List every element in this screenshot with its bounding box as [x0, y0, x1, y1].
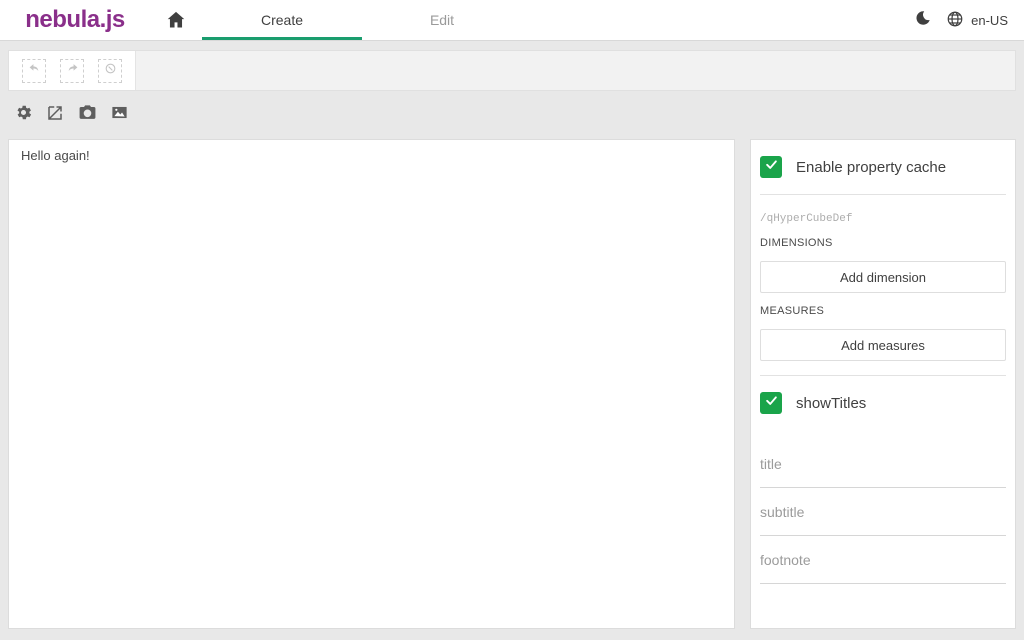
enable-property-cache-label: Enable property cache — [796, 159, 946, 176]
properties-button[interactable] — [12, 104, 34, 126]
enable-property-cache-checkbox[interactable] — [760, 156, 782, 178]
footnote-field[interactable] — [760, 536, 1006, 584]
header-actions: en-US — [914, 0, 1024, 40]
check-icon — [764, 157, 779, 177]
locale-selector[interactable]: en-US — [946, 10, 1008, 31]
subtitle-field[interactable] — [760, 488, 1006, 536]
app-header: nebula.js Create Edit — [0, 0, 1024, 41]
selections-bar — [8, 50, 1016, 91]
title-field[interactable] — [760, 440, 1006, 488]
dimensions-section-label: DIMENSIONS — [760, 225, 1006, 249]
home-button[interactable] — [150, 0, 202, 40]
check-icon — [764, 393, 779, 413]
forward-selection-button[interactable] — [60, 59, 84, 83]
back-selection-button[interactable] — [22, 59, 46, 83]
action-toolbar — [0, 99, 1024, 131]
camera-icon — [78, 103, 97, 127]
show-titles-row[interactable]: showTitles — [760, 376, 1006, 430]
redo-arrow-icon — [66, 62, 79, 80]
visualization-stage[interactable]: Hello again! — [8, 139, 735, 629]
globe-icon — [946, 10, 964, 31]
measures-section-label: MEASURES — [760, 293, 1006, 317]
show-titles-checkbox[interactable] — [760, 392, 782, 414]
hypercube-path-label: /qHyperCubeDef — [760, 195, 1006, 225]
enable-property-cache-row[interactable]: Enable property cache — [760, 140, 1006, 194]
footnote-input[interactable] — [760, 552, 1006, 568]
clear-circle-icon — [104, 62, 117, 80]
title-input[interactable] — [760, 456, 1006, 472]
stage-message: Hello again! — [21, 148, 722, 163]
home-icon — [165, 9, 187, 31]
gear-icon — [14, 103, 33, 127]
main-tabs: Create Edit — [202, 0, 522, 40]
undo-arrow-icon — [28, 62, 41, 80]
tab-edit-label: Edit — [430, 12, 454, 28]
tab-create-label: Create — [261, 12, 303, 28]
subtitle-input[interactable] — [760, 504, 1006, 520]
snapshot-button[interactable] — [76, 104, 98, 126]
tab-create[interactable]: Create — [202, 0, 362, 40]
open-external-button[interactable] — [44, 104, 66, 126]
properties-panel: Enable property cache /qHyperCubeDef DIM… — [750, 139, 1016, 629]
clear-selections-button[interactable] — [98, 59, 122, 83]
image-icon — [110, 103, 129, 127]
theme-toggle-button[interactable] — [914, 9, 932, 32]
image-export-button[interactable] — [108, 104, 130, 126]
add-dimension-button[interactable]: Add dimension — [760, 261, 1006, 293]
app-logo: nebula.js — [0, 0, 150, 40]
add-measures-button[interactable]: Add measures — [760, 329, 1006, 361]
tab-edit[interactable]: Edit — [362, 0, 522, 40]
external-link-icon — [46, 104, 64, 127]
selections-controls — [9, 51, 136, 90]
moon-icon — [914, 9, 932, 32]
locale-label: en-US — [971, 13, 1008, 28]
show-titles-label: showTitles — [796, 395, 866, 412]
